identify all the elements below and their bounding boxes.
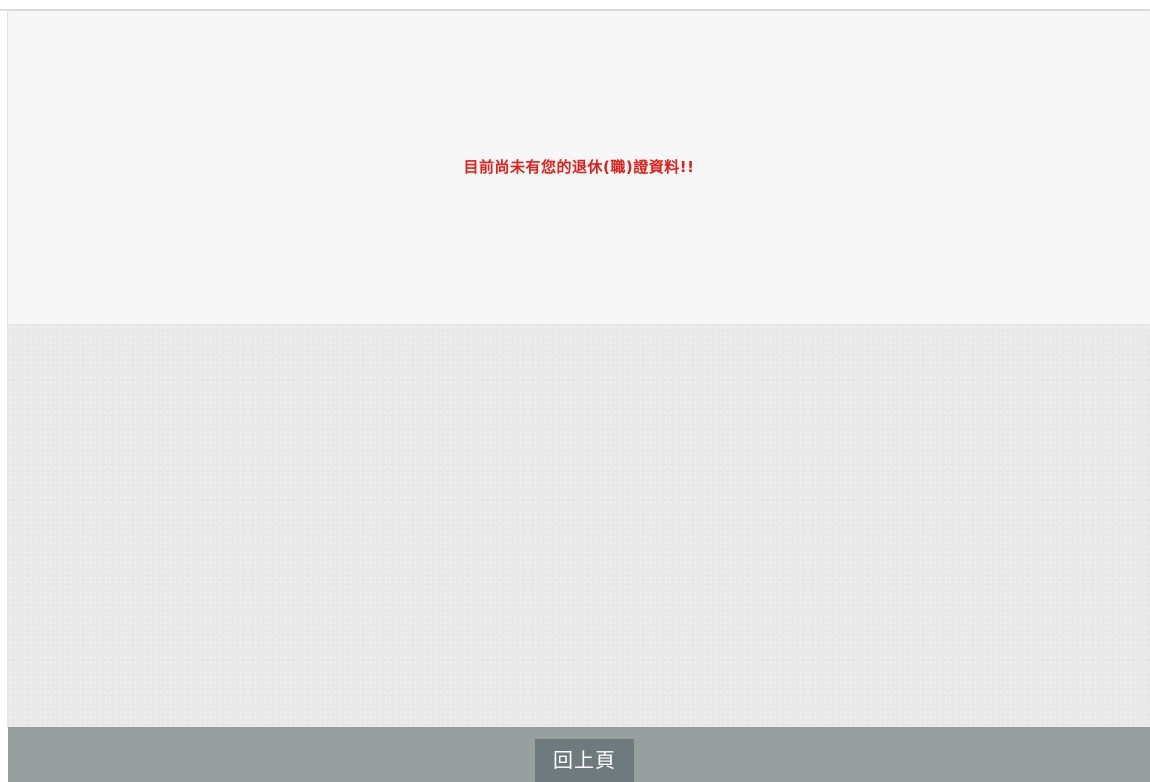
no-data-message: 目前尚未有您的退休(職)證資料!! (463, 158, 695, 176)
message-panel: 目前尚未有您的退休(職)證資料!! (8, 11, 1150, 325)
content-background (8, 325, 1150, 727)
back-button[interactable]: 回上頁 (535, 739, 634, 782)
